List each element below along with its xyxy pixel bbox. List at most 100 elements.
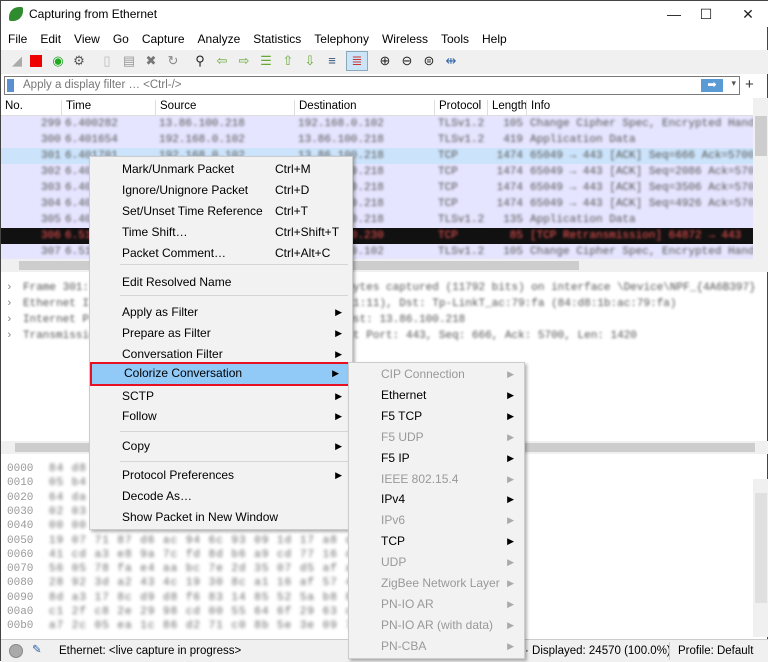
menu-item-follow[interactable]: Follow ▶ bbox=[90, 406, 352, 427]
menu-item-mark-unmark-packet[interactable]: Mark/Unmark Packet Ctrl+M bbox=[90, 159, 352, 180]
apply-filter-button[interactable]: ➡ bbox=[701, 79, 723, 92]
menu-separator bbox=[120, 264, 348, 265]
menu-edit[interactable]: Edit bbox=[33, 28, 67, 46]
menu-item-colorize-conversation[interactable]: Colorize Conversation ▶ bbox=[90, 362, 351, 386]
maximize-button[interactable]: ☐ bbox=[691, 4, 721, 24]
menu-file[interactable]: File bbox=[1, 28, 33, 46]
start-capture-icon[interactable]: ◢ bbox=[9, 53, 25, 69]
submenu-arrow-icon: ▶ bbox=[507, 494, 514, 505]
submenu-item-ethernet[interactable]: Ethernet ▶ bbox=[349, 385, 524, 406]
submenu-item-zigbee-network-layer[interactable]: ZigBee Network Layer ▶ bbox=[349, 573, 524, 594]
go-forward-icon[interactable]: ⇨ bbox=[236, 53, 252, 69]
submenu-item-f5-udp[interactable]: F5 UDP ▶ bbox=[349, 427, 524, 448]
menu-view[interactable]: View bbox=[67, 28, 106, 46]
table-cell: [TCP Retransmission] 64872 → 443 bbox=[530, 230, 742, 242]
expand-chevron-icon[interactable]: › bbox=[6, 282, 13, 294]
menu-item-label: Ethernet bbox=[381, 387, 427, 402]
expand-chevron-icon[interactable]: › bbox=[6, 330, 13, 342]
table-cell: 1474 bbox=[496, 198, 523, 210]
find-packet-icon[interactable]: ⚲ bbox=[192, 53, 208, 69]
menu-item-protocol-preferences[interactable]: Protocol Preferences ▶ bbox=[90, 465, 352, 486]
menu-item-sctp[interactable]: SCTP ▶ bbox=[90, 386, 352, 407]
bookmark-icon[interactable] bbox=[7, 79, 14, 92]
menu-tools[interactable]: Tools bbox=[434, 28, 475, 46]
menu-item-apply-as-filter[interactable]: Apply as Filter ▶ bbox=[90, 302, 352, 323]
expand-chevron-icon[interactable]: › bbox=[6, 298, 13, 310]
menu-help[interactable]: Help bbox=[475, 28, 513, 46]
stop-capture-icon[interactable] bbox=[30, 55, 42, 67]
resize-columns-icon[interactable]: ⇹ bbox=[443, 53, 459, 69]
menu-item-edit-resolved-name[interactable]: Edit Resolved Name bbox=[90, 272, 352, 293]
table-cell: 85 bbox=[509, 230, 523, 242]
restart-capture-icon[interactable]: ◉ bbox=[50, 53, 66, 69]
table-row[interactable]: 299 6.400282 13.86.100.218 192.168.0.102 TLS… bbox=[1, 116, 768, 132]
normal-size-icon[interactable]: ⊜ bbox=[421, 53, 437, 69]
menu-item-label: Colorize Conversation bbox=[124, 366, 243, 380]
menu-capture[interactable]: Capture bbox=[135, 28, 191, 46]
save-file-icon[interactable]: ▤ bbox=[121, 53, 137, 69]
expand-chevron-icon[interactable]: › bbox=[6, 314, 13, 326]
submenu-item-ipv6[interactable]: IPv6 ▶ bbox=[349, 510, 524, 531]
submenu-item-pn-cba[interactable]: PN-CBA ▶ bbox=[349, 636, 524, 657]
edit-comment-icon[interactable]: ✎ bbox=[32, 642, 42, 656]
column-destination[interactable]: Destination bbox=[294, 100, 357, 116]
submenu-arrow-icon: ▶ bbox=[335, 307, 342, 317]
first-packet-icon[interactable]: ⇧ bbox=[280, 53, 296, 69]
bytes-vscrollbar[interactable] bbox=[753, 479, 768, 637]
profile-status[interactable]: Profile: Default bbox=[678, 645, 753, 657]
hex-offset: 00a0 bbox=[7, 606, 34, 618]
submenu-arrow-icon: ▶ bbox=[507, 619, 514, 630]
menu-item-time-shift[interactable]: Time Shift… Ctrl+Shift+T bbox=[90, 222, 352, 243]
capture-status-icon[interactable] bbox=[9, 644, 23, 658]
submenu-item-f5-tcp[interactable]: F5 TCP ▶ bbox=[349, 406, 524, 427]
column-no[interactable]: No. bbox=[1, 100, 23, 116]
capture-options-icon[interactable]: ⚙ bbox=[71, 53, 87, 69]
display-filter-input[interactable]: Apply a display filter … <Ctrl-/> bbox=[23, 79, 182, 91]
submenu-item-ipv4[interactable]: IPv4 ▶ bbox=[349, 489, 524, 510]
menu-wireless[interactable]: Wireless bbox=[375, 28, 434, 46]
go-to-packet-icon[interactable]: ☰ bbox=[258, 53, 274, 69]
menu-item-show-packet-in-new-window[interactable]: Show Packet in New Window bbox=[90, 507, 352, 528]
close-button[interactable]: ✕ bbox=[733, 4, 763, 24]
auto-scroll-icon[interactable]: ≡ bbox=[324, 53, 340, 69]
column-info[interactable]: Info bbox=[526, 100, 550, 116]
table-cell: 135 bbox=[503, 214, 523, 226]
submenu-item-ieee-802-15-4[interactable]: IEEE 802.15.4 ▶ bbox=[349, 469, 524, 490]
open-file-icon[interactable]: ▯ bbox=[99, 53, 115, 69]
column-length[interactable]: Length bbox=[487, 100, 527, 116]
menu-item-copy[interactable]: Copy ▶ bbox=[90, 436, 352, 457]
column-protocol[interactable]: Protocol bbox=[434, 100, 481, 116]
menu-item-ignore-unignore-packet[interactable]: Ignore/Unignore Packet Ctrl+D bbox=[90, 180, 352, 201]
last-packet-icon[interactable]: ⇩ bbox=[302, 53, 318, 69]
menu-item-decode-as[interactable]: Decode As… bbox=[90, 486, 352, 507]
submenu-item-udp[interactable]: UDP ▶ bbox=[349, 552, 524, 573]
column-time[interactable]: Time bbox=[61, 100, 91, 116]
packet-list-vscrollbar[interactable] bbox=[753, 98, 768, 259]
zoom-out-icon[interactable]: ⊖ bbox=[399, 53, 415, 69]
menu-item-label: Follow bbox=[122, 409, 157, 423]
go-back-icon[interactable]: ⇦ bbox=[214, 53, 230, 69]
minimize-button[interactable]: — bbox=[659, 4, 689, 24]
menu-item-set-unset-time-reference[interactable]: Set/Unset Time Reference Ctrl+T bbox=[90, 201, 352, 222]
submenu-item-pn-io-ar[interactable]: PN-IO AR ▶ bbox=[349, 594, 524, 615]
submenu-item-f5-ip[interactable]: F5 IP ▶ bbox=[349, 448, 524, 469]
menu-go[interactable]: Go bbox=[106, 28, 135, 46]
menu-item-packet-comment[interactable]: Packet Comment… Ctrl+Alt+C bbox=[90, 243, 352, 264]
colorize-icon[interactable]: ≣ bbox=[346, 51, 368, 71]
menu-item-label: F5 IP bbox=[381, 450, 410, 465]
table-row[interactable]: 300 6.401654 192.168.0.102 13.86.100.218 TLS… bbox=[1, 132, 753, 148]
add-filter-button[interactable]: + bbox=[745, 76, 754, 93]
menu-analyze[interactable]: Analyze bbox=[191, 28, 247, 46]
menu-statistics[interactable]: Statistics bbox=[246, 28, 307, 46]
submenu-item-cip-connection[interactable]: CIP Connection ▶ bbox=[349, 364, 524, 385]
menu-telephony[interactable]: Telephony bbox=[307, 28, 375, 46]
filter-dropdown-icon[interactable]: ▾ bbox=[731, 78, 736, 89]
menu-item-prepare-as-filter[interactable]: Prepare as Filter ▶ bbox=[90, 323, 352, 344]
submenu-item-tcp[interactable]: TCP ▶ bbox=[349, 531, 524, 552]
zoom-in-icon[interactable]: ⊕ bbox=[377, 53, 393, 69]
submenu-item-pn-io-ar-with-data[interactable]: PN-IO AR (with data) ▶ bbox=[349, 615, 524, 636]
reload-file-icon[interactable]: ↻ bbox=[165, 53, 181, 69]
submenu-arrow-icon: ▶ bbox=[507, 557, 514, 568]
close-file-icon[interactable]: ✖ bbox=[143, 53, 159, 69]
column-source[interactable]: Source bbox=[155, 100, 196, 116]
